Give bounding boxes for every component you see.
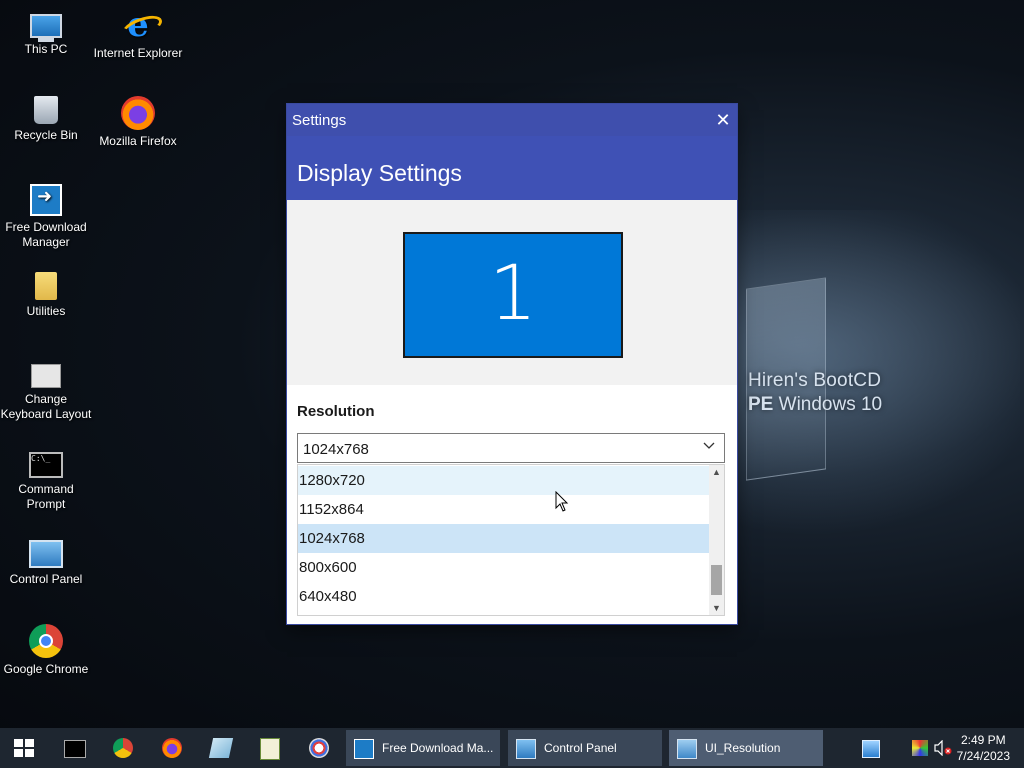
brand-line-2: PE Windows 10 — [748, 394, 882, 416]
title-bar[interactable]: Settings ✕ — [287, 104, 737, 136]
resolution-option[interactable]: 800x600 — [298, 553, 710, 582]
desktop-icon-label: Utilities — [26, 304, 66, 318]
desktop-icon-free-download-manager[interactable]: Free Download Manager — [0, 184, 92, 250]
chrome-icon — [29, 624, 63, 658]
desktop-icon-recycle-bin[interactable]: Recycle Bin — [0, 96, 92, 143]
monitor-tile[interactable]: 1 — [403, 232, 623, 358]
resolution-combobox[interactable]: 1024x768 — [297, 433, 725, 463]
clock-time: 2:49 PM — [960, 733, 1006, 747]
settings-window: Settings ✕ Display Settings 1 Resolution… — [287, 104, 737, 624]
option-label: 1280x720 — [299, 472, 365, 489]
task-label: Control Panel — [544, 741, 617, 755]
settings-header: Display Settings — [287, 136, 737, 200]
desktop-icon-firefox[interactable]: Mozilla Firefox — [92, 96, 184, 149]
taskbar: Free Download Ma... Control Panel UI_Res… — [0, 728, 1024, 768]
network-tray-icon[interactable] — [862, 740, 880, 758]
scrollbar-thumb[interactable] — [711, 565, 722, 595]
scroll-down-arrow-icon[interactable]: ▼ — [709, 601, 724, 615]
resolution-panel: Resolution 1024x768 1280x720 1152x864 10… — [287, 385, 737, 624]
this-pc-icon — [30, 14, 62, 42]
dropdown-scrollbar[interactable]: ▲ ▼ — [709, 465, 724, 615]
start-button[interactable] — [0, 728, 48, 768]
taskbar-pin-firefox[interactable] — [148, 728, 196, 768]
recycle-bin-icon — [34, 96, 58, 124]
desktop-icon-label: Google Chrome — [3, 662, 89, 676]
notepad-icon — [208, 738, 234, 758]
command-prompt-icon: C:\_ — [29, 452, 63, 478]
folder-icon — [35, 272, 57, 300]
taskbar-clock[interactable]: 2:49 PM 7/24/2023 — [957, 732, 1010, 764]
wallpaper-brand: Hiren's BootCD PE Windows 10 — [748, 370, 882, 416]
color-tray-icon[interactable] — [912, 740, 928, 756]
resolution-label: Resolution — [297, 403, 375, 420]
close-button[interactable]: ✕ — [709, 104, 737, 136]
windows-logo-icon — [14, 739, 34, 757]
free-download-manager-icon — [354, 739, 374, 759]
taskbar-task-ui-resolution[interactable]: UI_Resolution — [669, 730, 823, 766]
resolution-option[interactable]: 1280x720 — [298, 466, 710, 495]
internet-explorer-icon: e — [121, 8, 155, 42]
brand-windows: Windows 10 — [773, 394, 883, 415]
desktop-icon-control-panel[interactable]: Control Panel — [0, 536, 92, 587]
task-label: Free Download Ma... — [382, 741, 494, 755]
desktop-icon-label: This PC — [24, 42, 68, 56]
control-panel-icon — [516, 739, 536, 759]
desktop-icon-change-keyboard-layout[interactable]: Change Keyboard Layout — [0, 358, 92, 422]
desktop-icon-command-prompt[interactable]: C:\_ Command Prompt — [0, 446, 92, 512]
taskbar-pin-notepad[interactable] — [197, 728, 245, 768]
desktop-icon-label: Control Panel — [9, 572, 83, 586]
resolution-selected-value: 1024x768 — [303, 441, 369, 458]
taskbar-task-control-panel[interactable]: Control Panel — [508, 730, 662, 766]
mouse-cursor-icon — [555, 491, 569, 512]
option-label: 1152x864 — [299, 501, 364, 518]
resolution-dropdown-list: 1280x720 1152x864 1024x768 800x600 640x4… — [297, 464, 725, 616]
firefox-icon — [162, 738, 182, 758]
taskbar-task-free-download-manager[interactable]: Free Download Ma... — [346, 730, 500, 766]
desktop-icon-label: Command Prompt — [18, 482, 74, 511]
chevron-down-icon — [703, 442, 715, 449]
command-prompt-icon — [64, 740, 86, 758]
clock-date: 7/24/2023 — [956, 749, 1010, 763]
desktop-icon-label: Free Download Manager — [5, 220, 87, 249]
option-label: 1024x768 — [299, 530, 365, 547]
desktop-icon-utilities[interactable]: Utilities — [0, 272, 92, 319]
editor-icon — [260, 738, 280, 760]
resolution-option[interactable]: 640x480 — [298, 582, 710, 611]
resolution-option[interactable]: 1152x864 — [298, 495, 710, 524]
brand-pe: PE — [748, 394, 774, 415]
taskbar-pin-editor[interactable] — [246, 728, 294, 768]
window-title: Settings — [292, 112, 347, 129]
volume-muted-icon[interactable] — [934, 740, 952, 756]
free-download-manager-icon — [30, 184, 62, 216]
desktop-icon-label: Recycle Bin — [14, 128, 78, 142]
desktop-icon-this-pc[interactable]: This PC — [0, 8, 92, 57]
system-tray: 2:49 PM 7/24/2023 — [844, 728, 1024, 768]
resolution-option-selected[interactable]: 1024x768 — [298, 524, 710, 553]
option-label: 640x480 — [299, 588, 357, 605]
display-preview-area: 1 — [287, 200, 737, 385]
firefox-icon — [121, 96, 155, 130]
brand-line-1: Hiren's BootCD — [748, 370, 882, 391]
taskbar-pin-paint[interactable] — [295, 728, 343, 768]
taskbar-pin-chrome[interactable] — [99, 728, 147, 768]
taskbar-pin-command-prompt[interactable] — [50, 728, 98, 768]
desktop-icon-label: Internet Explorer — [93, 46, 183, 60]
keyboard-layout-icon — [31, 364, 61, 388]
paint-icon — [309, 738, 329, 758]
control-panel-icon — [29, 540, 63, 568]
scroll-up-arrow-icon[interactable]: ▲ — [709, 465, 724, 479]
desktop-icon-google-chrome[interactable]: Google Chrome — [0, 624, 92, 677]
task-label: UI_Resolution — [705, 741, 781, 755]
chrome-icon — [113, 738, 133, 758]
desktop-icon-label: Mozilla Firefox — [99, 134, 177, 148]
page-title: Display Settings — [297, 160, 462, 186]
option-label: 800x600 — [299, 559, 357, 576]
desktop-icon-internet-explorer[interactable]: e Internet Explorer — [92, 8, 184, 61]
app-window-icon — [677, 739, 697, 759]
desktop-icon-label: Change Keyboard Layout — [0, 392, 92, 421]
